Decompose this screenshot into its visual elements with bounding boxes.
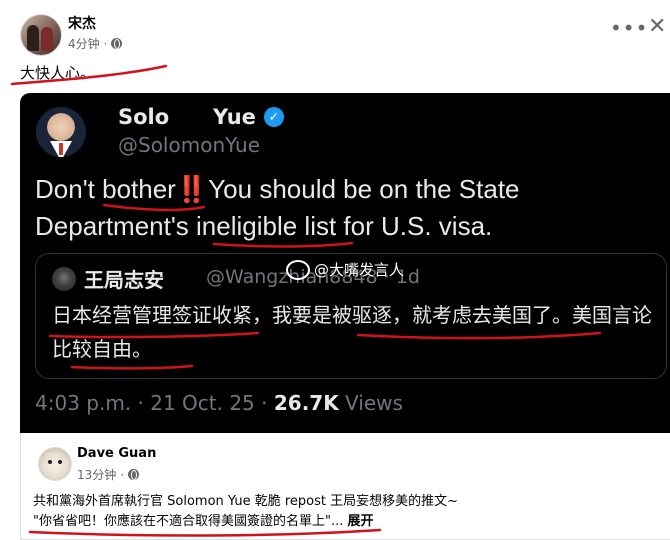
tweet-text-before: Don't bother	[35, 174, 176, 204]
double-exclamation-icon: ‼️	[175, 174, 209, 204]
shared-post-preview[interactable]: Dave Guan 13分钟 · 共和黨海外首席執行官 Solomon Yue …	[20, 433, 670, 540]
tweet-timestamp: 4:03 p.m. · 21 Oct. 25 ·	[35, 391, 274, 415]
tweet-views-label: Views	[338, 391, 403, 415]
avatar-figure	[27, 25, 39, 51]
verified-badge-icon: ✓	[263, 107, 284, 127]
tweet-author-avatar	[36, 107, 86, 157]
post-author-name[interactable]: 宋杰	[68, 13, 96, 33]
dot-separator: ·	[120, 467, 125, 482]
avatar-figure	[41, 27, 53, 51]
commenter-name[interactable]: Dave Guan	[77, 446, 156, 461]
comment-text-quote: "你省省吧！你應該在不適合取得美國簽證的名單上"...	[33, 514, 344, 529]
author-avatar[interactable]	[20, 14, 62, 56]
avatar-eye	[58, 460, 62, 464]
tweet-screenshot[interactable]: Solo Yue ✓ @SolomonYue Don't bother‼️You…	[20, 93, 670, 433]
comment-text-line1: 共和黨海外首席執行官 Solomon Yue 乾脆 repost 王局妄想移美的…	[33, 494, 459, 509]
tweet-author-name-text: Solo Yue	[118, 105, 256, 129]
tweet-author-handle: @SolomonYue	[118, 133, 261, 157]
avatar-tie	[59, 143, 63, 155]
globe-icon	[111, 38, 123, 49]
quoted-author-name: 王局志安	[84, 268, 164, 292]
expand-link[interactable]: 展开	[348, 514, 374, 529]
avatar-eye	[48, 460, 52, 464]
weibo-watermark: @大嘴发言人	[286, 259, 404, 280]
globe-icon	[128, 469, 140, 480]
tweet-footer: 4:03 p.m. · 21 Oct. 25 · 26.7K Views	[35, 391, 403, 415]
quoted-tweet-text: 日本经营管理签证收紧，我要是被驱逐，就考虑去美国了。美国言论比较自由。	[52, 303, 652, 361]
comment-text-line2: "你省省吧！你應該在不適合取得美國簽證的名單上"... 展开	[33, 510, 374, 529]
post-time[interactable]: 4分钟	[68, 35, 100, 52]
quoted-author-avatar	[52, 267, 76, 291]
close-icon[interactable]: ✕	[648, 14, 666, 39]
weibo-icon	[286, 259, 310, 280]
tweet-body: Don't bother‼️You should be on the State…	[35, 171, 655, 245]
comment-time[interactable]: 13分钟	[77, 466, 116, 483]
comment-meta: 13分钟 ·	[77, 466, 140, 483]
post-text: 大快人心。	[20, 64, 96, 82]
post-meta: 4分钟 ·	[68, 35, 123, 52]
commenter-avatar[interactable]	[38, 447, 72, 481]
watermark-text: @大嘴发言人	[314, 261, 405, 279]
tweet-views-count: 26.7K	[273, 391, 339, 415]
dot-separator: ·	[103, 36, 108, 51]
more-options-icon[interactable]: •••	[610, 16, 648, 40]
tweet-author-name: Solo Yue ✓	[118, 105, 284, 129]
